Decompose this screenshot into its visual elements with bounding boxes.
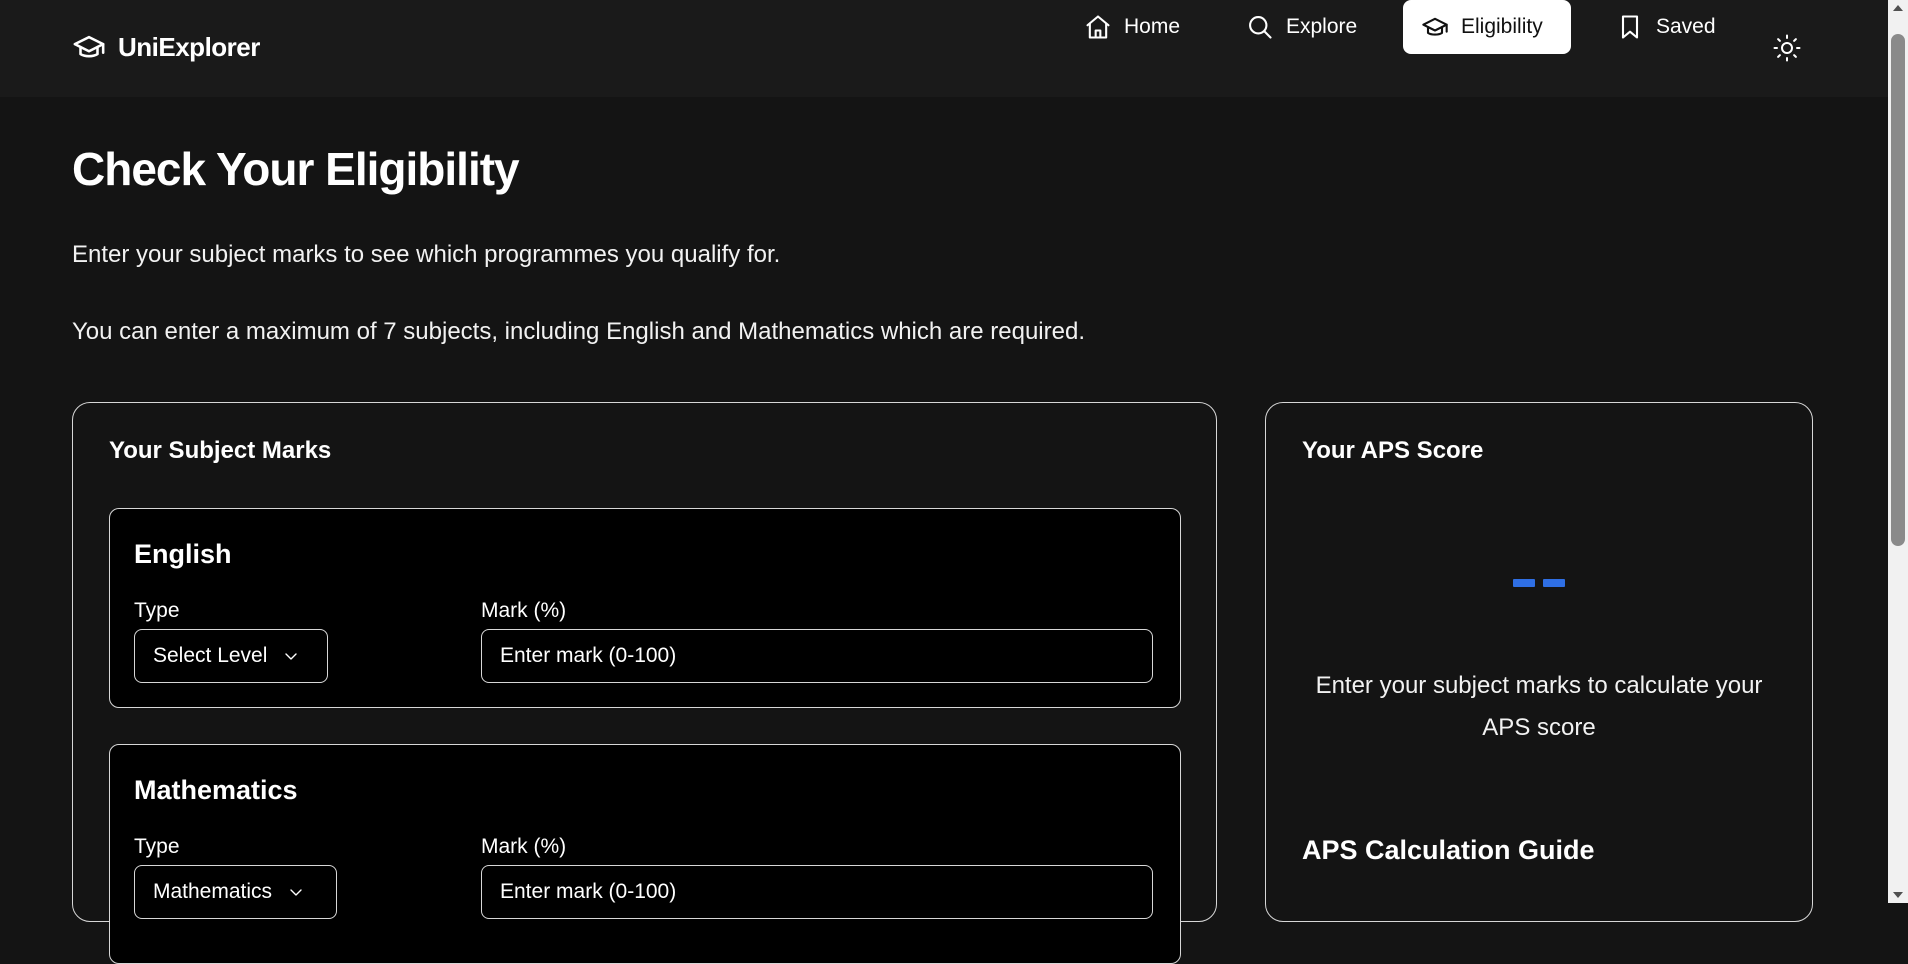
aps-hint: Enter your subject marks to calculate yo… [1315,672,1763,741]
nav-home-label: Home [1124,15,1181,38]
nav-explore-label: Explore [1286,15,1358,38]
mathematics-type-select[interactable]: Mathematics [134,865,337,919]
home-icon [1084,13,1112,41]
scroll-down-arrow[interactable] [1893,892,1903,898]
graduation-cap-icon [72,30,106,64]
subject-marks-card: Your Subject Marks English Type Mark (%)… [72,402,1217,964]
mark-label: Mark (%) [481,599,567,622]
subjects-limit-text: You can enter a maximum of 7 subjects, i… [72,318,1085,345]
scroll-thumb[interactable] [1891,34,1905,546]
chevron-down-icon [283,648,299,664]
nav-explore[interactable]: Explore [1228,0,1375,54]
vertical-scrollbar[interactable] [1888,0,1908,903]
search-icon [1246,13,1274,41]
subject-name: Mathematics [134,775,298,805]
nav-eligibility[interactable]: Eligibility [1403,0,1571,54]
english-type-value: Select Level [153,644,268,667]
sun-icon [1772,33,1802,63]
aps-score-card: Your APS Score Enter your subject marks … [1265,402,1813,922]
aps-dash [1513,579,1535,587]
page-title: Check Your Eligibility [72,143,520,195]
top-nav-bar: UniExplorer Home Explore Eligibility Sav… [0,0,1888,97]
subject-marks-title: Your Subject Marks [109,437,332,464]
nav-home[interactable]: Home [1066,0,1198,54]
nav-eligibility-label: Eligibility [1461,15,1543,38]
brand[interactable]: UniExplorer [72,30,260,64]
mark-label: Mark (%) [481,835,567,858]
type-label: Type [134,835,180,858]
type-label: Type [134,599,180,622]
mathematics-type-value: Mathematics [153,880,273,903]
theme-toggle-button[interactable] [1772,33,1802,63]
intro-text: Enter your subject marks to see which pr… [72,241,781,268]
mathematics-mark-input[interactable] [481,865,1153,919]
chevron-down-icon [288,884,304,900]
aps-score-value [1266,579,1812,587]
english-type-select[interactable]: Select Level [134,629,328,683]
nav-saved-label: Saved [1656,15,1716,38]
subject-mathematics: Mathematics Type Mark (%) Mathematics [109,744,1181,964]
graduation-cap-icon [1421,13,1449,41]
aps-guide-title: APS Calculation Guide [1302,835,1595,865]
brand-name: UniExplorer [118,31,260,62]
scroll-up-arrow[interactable] [1893,5,1903,11]
subject-name: English [134,539,232,569]
aps-score-title: Your APS Score [1302,437,1484,464]
subject-english: English Type Mark (%) Select Level [109,508,1181,708]
nav-saved[interactable]: Saved [1598,0,1734,54]
english-mark-input[interactable] [481,629,1153,683]
aps-dash [1543,579,1565,587]
bookmark-icon [1616,13,1644,41]
